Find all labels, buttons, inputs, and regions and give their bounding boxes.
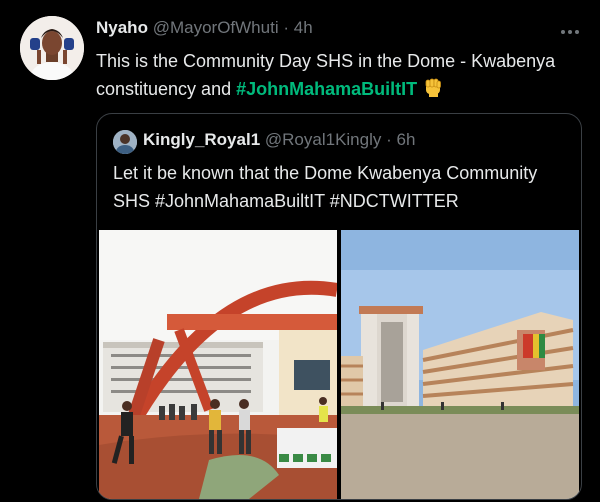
quoted-separator: · xyxy=(386,130,392,149)
more-dots-icon[interactable] xyxy=(560,20,580,38)
quoted-author-avatar[interactable] xyxy=(113,130,137,154)
school-building-photo[interactable] xyxy=(341,230,579,499)
author-name[interactable]: Nyaho xyxy=(96,18,148,37)
tweet-header: Nyaho @MayorOfWhuti · 4h xyxy=(96,18,313,38)
author-handle[interactable]: @MayorOfWhuti xyxy=(153,18,279,37)
tweet-text: This is the Community Day SHS in the Dom… xyxy=(96,47,586,106)
raised-fist-icon xyxy=(422,76,444,106)
quoted-author-handle[interactable]: @Royal1Kingly xyxy=(265,130,381,149)
separator-dot: · xyxy=(283,18,289,37)
author-avatar[interactable] xyxy=(20,16,84,80)
tweet-time[interactable]: 4h xyxy=(294,18,313,37)
quoted-tweet[interactable]: Kingly_Royal1 @Royal1Kingly · 6h Let it … xyxy=(96,113,582,500)
quoted-text: Let it be known that the Dome Kwabenya C… xyxy=(113,163,538,211)
quoted-header: Kingly_Royal1 @Royal1Kingly · 6h xyxy=(143,130,415,150)
quoted-time[interactable]: 6h xyxy=(397,130,416,149)
hashtag-link[interactable]: #JohnMahamaBuiltIT xyxy=(236,79,417,99)
school-gate-photo[interactable] xyxy=(99,230,337,499)
quoted-media xyxy=(97,230,581,499)
quoted-author-name[interactable]: Kingly_Royal1 xyxy=(143,130,260,149)
